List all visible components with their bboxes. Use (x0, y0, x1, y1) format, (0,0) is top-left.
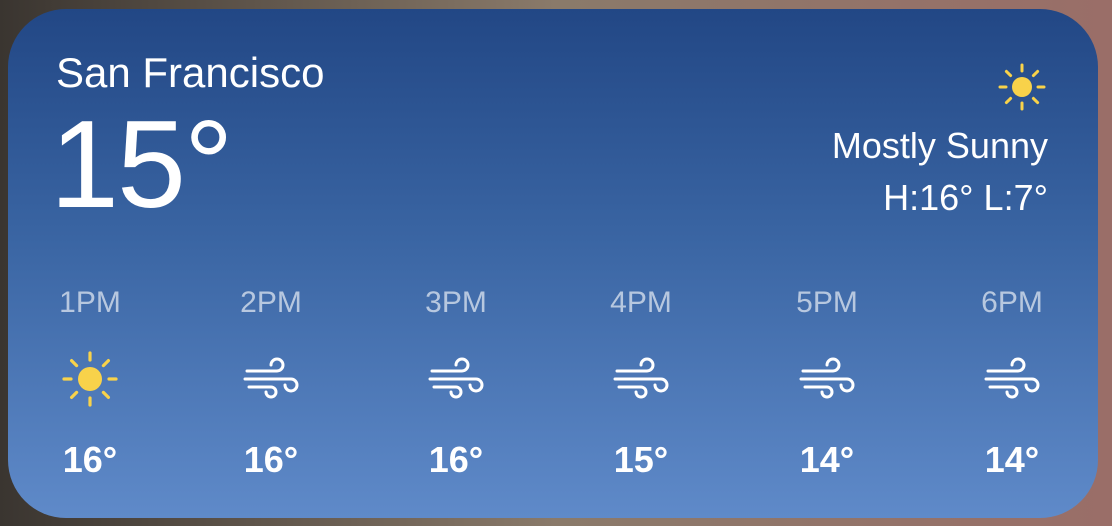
hourly-item: 3PM 16° (396, 281, 516, 491)
high-low-temperature: H:16° L:7° (883, 177, 1048, 218)
hour-temperature: 16° (243, 439, 299, 480)
hour-time: 1PM (59, 286, 121, 319)
hourly-item: 1PM 16° (30, 281, 150, 491)
current-temperature: 15° (50, 96, 234, 234)
city-name: San Francisco (56, 49, 325, 96)
wind-icon (799, 357, 855, 399)
sun-icon (62, 351, 118, 407)
wind-icon (613, 357, 669, 399)
hour-temperature: 15° (613, 439, 669, 480)
hour-time: 5PM (796, 286, 858, 319)
condition-text: Mostly Sunny (831, 125, 1048, 166)
hour-time: 4PM (610, 286, 672, 319)
hour-time: 6PM (981, 286, 1043, 319)
hourly-item: 4PM 15° (581, 281, 701, 491)
weather-widget[interactable]: San Francisco 15° Mostly Sunny H:16° L:7… (8, 9, 1098, 518)
hourly-forecast: 1PM 16° 2PM 16° 3PM 16° 4PM 15° 5PM 14° … (8, 281, 1098, 491)
hourly-item: 6PM 14° (952, 281, 1072, 491)
hourly-item: 2PM 16° (211, 281, 331, 491)
hour-temperature: 16° (428, 439, 484, 480)
hour-temperature: 14° (799, 439, 855, 480)
hour-temperature: 16° (62, 439, 118, 480)
hour-time: 3PM (425, 286, 487, 319)
hour-temperature: 14° (984, 439, 1040, 480)
wind-icon (243, 357, 299, 399)
hour-time: 2PM (240, 286, 302, 319)
sun-icon (998, 63, 1046, 111)
wind-icon (428, 357, 484, 399)
wind-icon (984, 357, 1040, 399)
hourly-item: 5PM 14° (767, 281, 887, 491)
